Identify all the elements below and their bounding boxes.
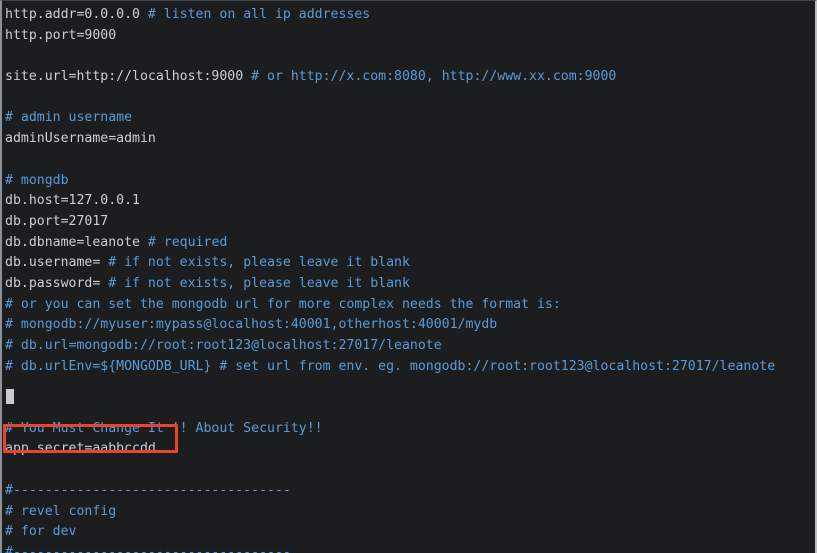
code-token-comment: # You Must Change It !! About Security!! (5, 421, 323, 436)
code-token-comment: # admin username (5, 110, 132, 125)
code-line[interactable]: db.port=27017 (5, 212, 815, 233)
code-token-comment: # mongdb (5, 173, 69, 188)
code-line[interactable]: # or you can set the mongodb url for mor… (5, 295, 815, 316)
code-line[interactable] (5, 88, 815, 109)
code-line[interactable]: app.secret=aabbccdd (5, 439, 815, 460)
code-token-code: http.addr=0.0.0.0 (5, 7, 148, 22)
code-token-blank (5, 462, 13, 477)
code-token-code: db.port=27017 (5, 214, 108, 229)
code-line[interactable]: #----------------------------------- (5, 543, 815, 553)
code-line[interactable]: # revel config (5, 502, 815, 523)
code-line[interactable]: db.password= # if not exists, please lea… (5, 274, 815, 295)
text-cursor (6, 389, 14, 404)
code-token-comment: # listen on all ip addresses (148, 7, 370, 22)
code-token-comment: # or you can set the mongodb url for mor… (5, 297, 561, 312)
code-token-code: db.username= (5, 255, 108, 270)
code-line[interactable]: # mongdb (5, 171, 815, 192)
code-token-comment: #----------------------------------- (5, 483, 291, 498)
code-token-code: db.dbname=leanote (5, 235, 148, 250)
code-line[interactable]: # mongodb://myuser:mypass@localhost:4000… (5, 315, 815, 336)
code-line[interactable] (5, 377, 815, 398)
code-token-code: http.port=9000 (5, 28, 116, 43)
code-line[interactable] (5, 460, 815, 481)
code-content-area[interactable]: http.addr=0.0.0.0 # listen on all ip add… (2, 1, 815, 553)
code-token-code: adminUsername=admin (5, 131, 156, 146)
code-line[interactable]: http.port=9000 (5, 26, 815, 47)
code-line[interactable]: # db.urlEnv=${MONGODB_URL} # set url fro… (5, 357, 815, 378)
code-line[interactable]: adminUsername=admin (5, 129, 815, 150)
code-line[interactable]: # db.url=mongodb://root:root123@localhos… (5, 336, 815, 357)
code-token-comment: # mongodb://myuser:mypass@localhost:4000… (5, 317, 497, 332)
code-line[interactable]: #----------------------------------- (5, 481, 815, 502)
code-token-code: db.host=127.0.0.1 (5, 193, 140, 208)
code-token-comment: # db.urlEnv=${MONGODB_URL} # set url fro… (5, 359, 775, 374)
code-line[interactable]: db.dbname=leanote # required (5, 233, 815, 254)
code-token-comment: #----------------------------------- (5, 545, 291, 553)
code-line[interactable]: # admin username (5, 108, 815, 129)
code-line[interactable]: # You Must Change It !! About Security!! (5, 419, 815, 440)
code-token-blank (5, 152, 13, 167)
code-line[interactable]: http.addr=0.0.0.0 # listen on all ip add… (5, 5, 815, 26)
code-token-blank (5, 48, 13, 63)
code-line[interactable]: # for dev (5, 522, 815, 543)
code-token-comment: # if not exists, please leave it blank (108, 255, 410, 270)
code-line[interactable]: db.username= # if not exists, please lea… (5, 253, 815, 274)
code-line[interactable]: site.url=http://localhost:9000 # or http… (5, 67, 815, 88)
code-token-blank (5, 90, 13, 105)
code-line[interactable]: db.host=127.0.0.1 (5, 191, 815, 212)
code-token-code: db.password= (5, 276, 108, 291)
code-token-comment: # or http://x.com:8080, http://www.xx.co… (251, 69, 616, 84)
code-line[interactable] (5, 46, 815, 67)
code-token-comment: # if not exists, please leave it blank (108, 276, 410, 291)
code-line[interactable] (5, 150, 815, 171)
code-token-code: app.secret=aabbccdd (5, 441, 156, 456)
code-token-comment: # revel config (5, 504, 116, 519)
code-line[interactable] (5, 398, 815, 419)
code-token-comment: # required (148, 235, 227, 250)
text-editor-window[interactable]: http.addr=0.0.0.0 # listen on all ip add… (0, 0, 817, 553)
code-token-code: site.url=http://localhost:9000 (5, 69, 251, 84)
code-token-comment: # db.url=mongodb://root:root123@localhos… (5, 338, 442, 353)
code-token-comment: # for dev (5, 524, 76, 539)
